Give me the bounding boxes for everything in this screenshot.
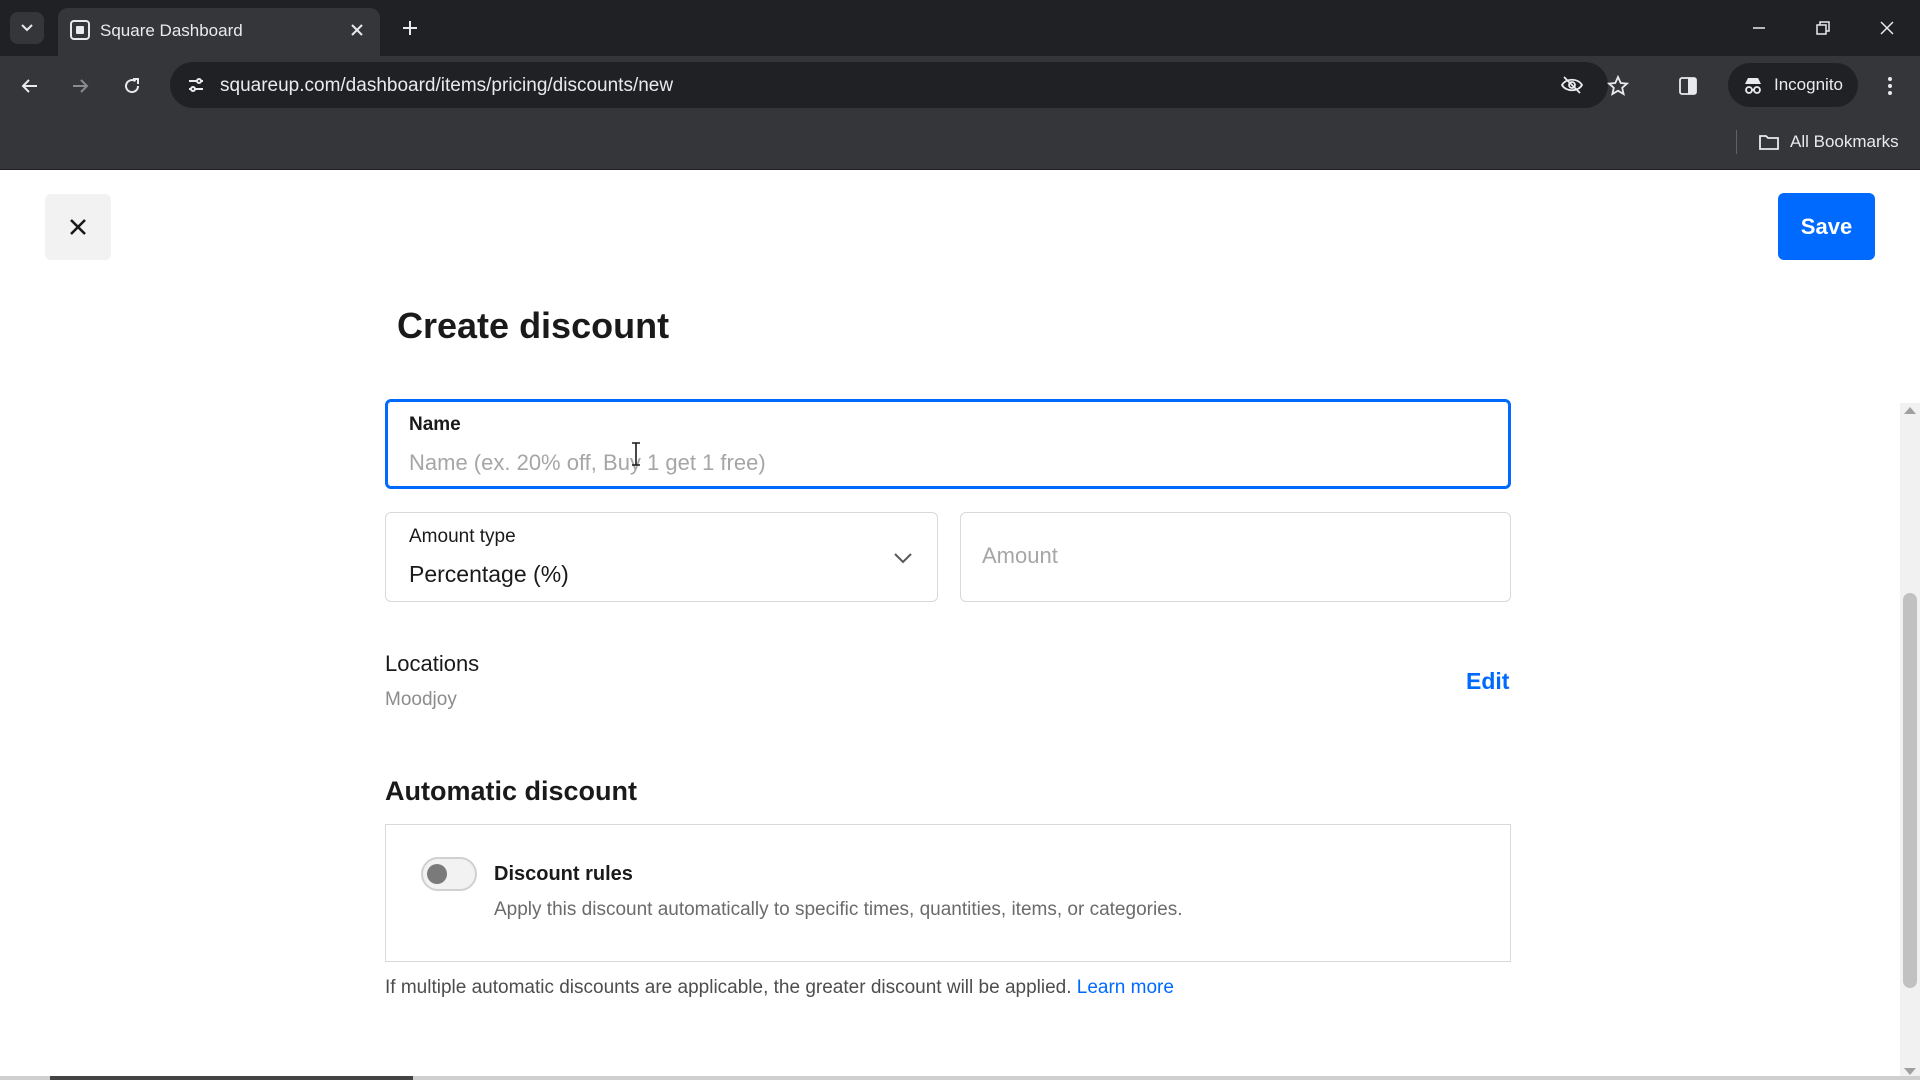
address-bar[interactable]: squareup.com/dashboard/items/pricing/dis… [170, 62, 1608, 108]
tab-close-button[interactable] [346, 19, 368, 41]
close-icon [351, 24, 363, 36]
chevron-down-icon [21, 24, 33, 32]
star-icon[interactable] [1600, 68, 1636, 104]
discount-rules-description: Apply this discount automatically to spe… [494, 899, 1183, 920]
plus-icon [403, 21, 417, 35]
footnote-text: If multiple automatic discounts are appl… [385, 977, 1072, 998]
automatic-discount-heading: Automatic discount [385, 776, 638, 806]
scroll-up-arrow-icon[interactable] [1904, 407, 1916, 414]
window-close-button[interactable] [1864, 10, 1910, 46]
amount-type-value: Percentage (%) [409, 561, 569, 587]
browser-tab-bar: Square Dashboard [0, 0, 1920, 56]
tab-search-button[interactable] [10, 12, 44, 44]
url-text: squareup.com/dashboard/items/pricing/dis… [220, 75, 674, 96]
amount-input[interactable]: Amount [960, 512, 1511, 602]
bottom-progress-line [0, 1076, 1920, 1080]
close-icon [1880, 21, 1894, 35]
edit-locations-link[interactable]: Edit [1466, 668, 1509, 695]
side-panel-icon[interactable] [1670, 68, 1706, 104]
restore-button[interactable] [1800, 10, 1846, 46]
name-field[interactable]: Name Name (ex. 20% off, Buy 1 get 1 free… [385, 399, 1511, 489]
bookmarks-bar: All Bookmarks [0, 114, 1920, 170]
more-menu-icon[interactable] [1872, 68, 1908, 104]
new-tab-button[interactable] [396, 14, 424, 42]
save-button[interactable]: Save [1778, 193, 1875, 260]
bookmarks-divider [1736, 130, 1737, 154]
site-info-icon[interactable] [182, 71, 210, 99]
all-bookmarks-label: All Bookmarks [1790, 132, 1899, 151]
scroll-thumb[interactable] [1903, 593, 1917, 988]
forward-button[interactable] [62, 68, 98, 104]
learn-more-link[interactable]: Learn more [1077, 977, 1174, 998]
chevron-down-icon [894, 553, 912, 564]
scroll-down-arrow-icon[interactable] [1904, 1068, 1916, 1075]
minimize-button[interactable] [1736, 10, 1782, 46]
name-placeholder: Name (ex. 20% off, Buy 1 get 1 free) [409, 450, 766, 475]
square-favicon-icon [70, 20, 90, 40]
folder-icon [1759, 135, 1779, 150]
back-button[interactable] [12, 68, 48, 104]
close-button[interactable] [45, 194, 111, 260]
discount-rules-title: Discount rules [494, 863, 633, 885]
arrow-left-icon [21, 79, 37, 93]
incognito-badge[interactable]: Incognito [1728, 63, 1858, 107]
locations-value: Moodjoy [385, 689, 457, 710]
tab-title: Square Dashboard [100, 21, 243, 40]
automatic-discount-note: If multiple automatic discounts are appl… [385, 977, 1174, 999]
browser-tab[interactable]: Square Dashboard [58, 8, 380, 56]
discount-rules-toggle[interactable] [421, 857, 477, 891]
eye-off-icon[interactable] [1558, 71, 1586, 99]
browser-toolbar: squareup.com/dashboard/items/pricing/dis… [0, 56, 1920, 114]
discount-page: Save Create discount Name Name (ex. 20% … [0, 170, 1920, 1080]
reload-button[interactable] [114, 68, 150, 104]
amount-type-select[interactable]: Amount type Percentage (%) [385, 512, 938, 602]
discount-rules-card: Discount rules Apply this discount autom… [385, 824, 1511, 962]
incognito-label: Incognito [1774, 75, 1843, 94]
incognito-icon [1745, 78, 1761, 94]
restore-icon [1816, 21, 1830, 35]
close-icon [70, 219, 86, 235]
name-label: Name [409, 414, 461, 435]
text-cursor-icon [632, 442, 640, 466]
locations-heading: Locations [385, 651, 480, 676]
all-bookmarks-button[interactable]: All Bookmarks [1758, 130, 1899, 154]
reload-icon [125, 78, 140, 94]
amount-placeholder: Amount [982, 543, 1058, 568]
page-title: Create discount [397, 305, 670, 346]
toggle-knob [427, 864, 447, 884]
amount-type-label: Amount type [409, 526, 516, 547]
arrow-right-icon [73, 79, 89, 93]
minimize-icon [1753, 27, 1765, 29]
page-scrollbar[interactable] [1900, 403, 1920, 1079]
